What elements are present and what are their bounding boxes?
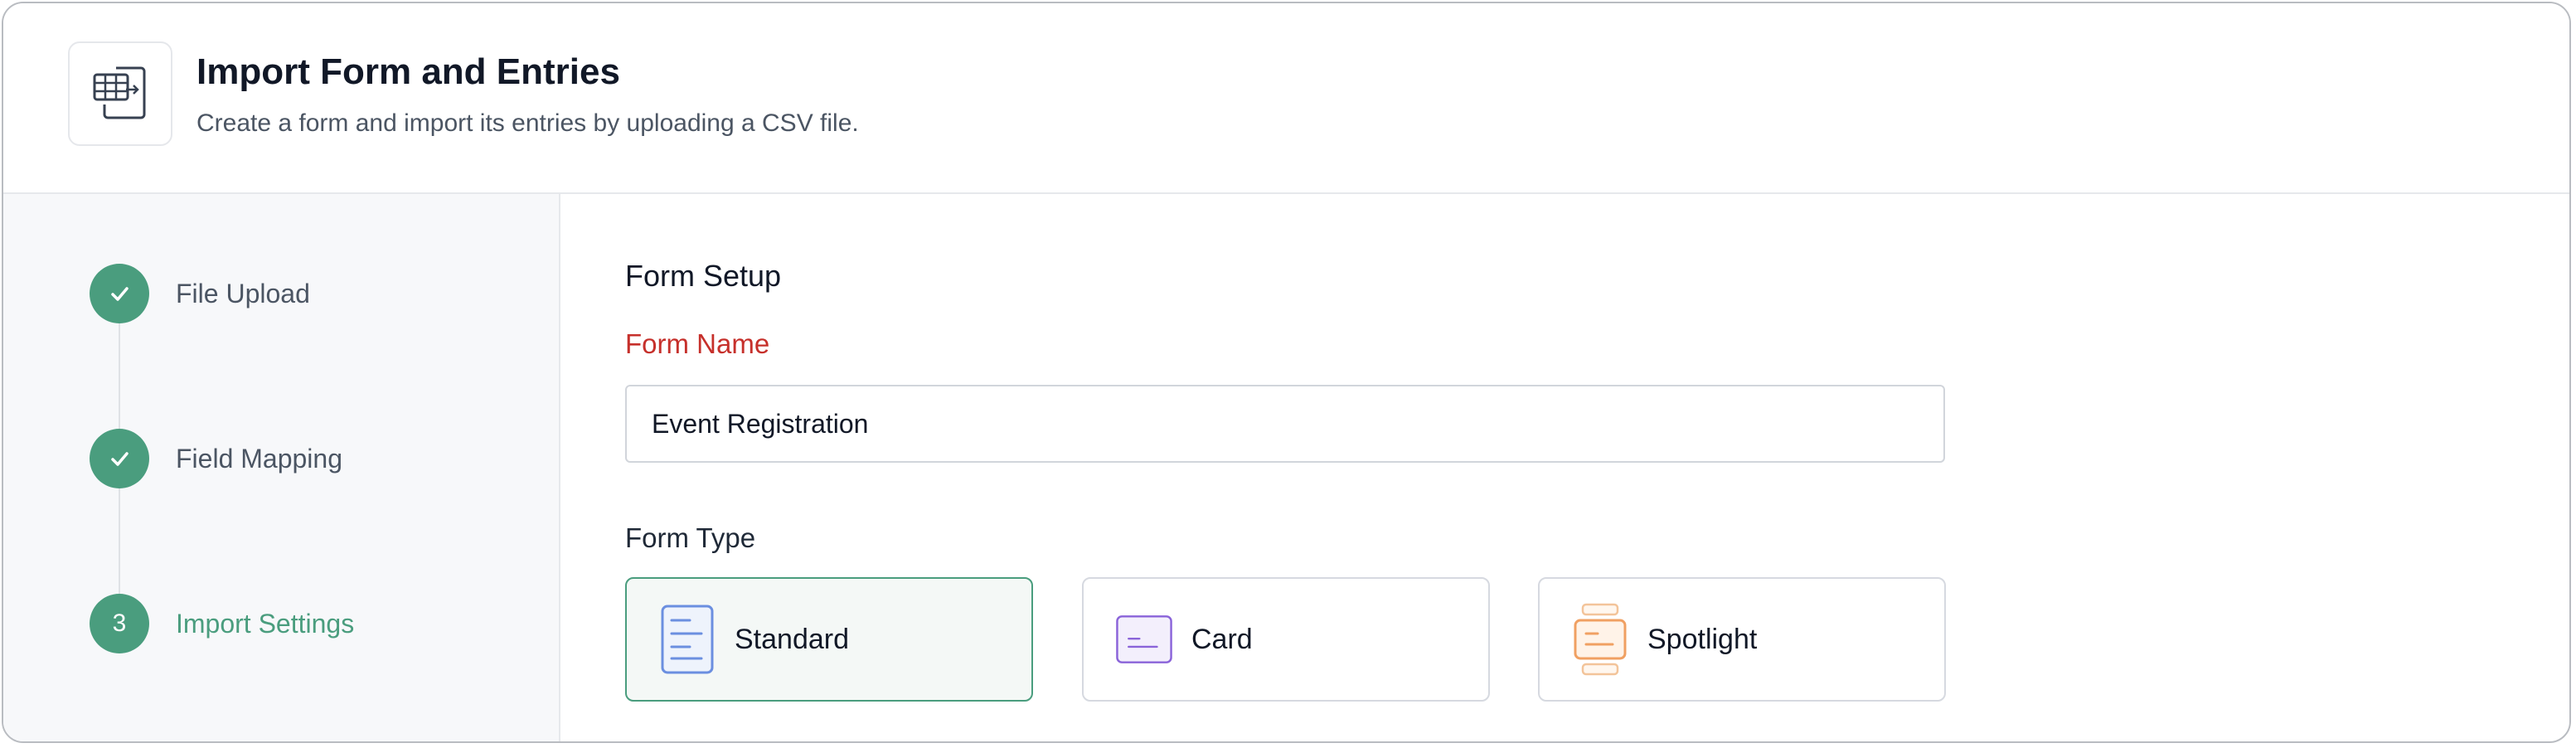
step-field-mapping[interactable]: Field Mapping: [90, 429, 342, 488]
step-import-settings[interactable]: 3 Import Settings: [90, 594, 354, 653]
step-file-upload[interactable]: File Upload: [90, 264, 310, 323]
spotlight-form-icon: [1571, 602, 1629, 677]
dialog-title: Import Form and Entries: [196, 51, 620, 92]
standard-form-icon: [658, 602, 716, 677]
form-type-standard[interactable]: Standard: [625, 577, 1033, 702]
card-form-icon: [1115, 602, 1173, 677]
steps-sidebar: File Upload Field Mapping 3 Import Setti…: [3, 194, 560, 741]
import-dialog: Import Form and Entries Create a form an…: [2, 2, 2571, 743]
form-setup-panel: Form Setup Form Name Form Type Standard: [560, 194, 2569, 741]
section-title: Form Setup: [625, 259, 782, 293]
form-name-label: Form Name: [625, 328, 770, 359]
form-type-card[interactable]: Card: [1082, 577, 1490, 702]
check-icon: [90, 429, 149, 488]
form-name-input[interactable]: [625, 385, 1945, 463]
check-icon: [90, 264, 149, 323]
dialog-subtitle: Create a form and import its entries by …: [196, 109, 859, 137]
step-label: File Upload: [176, 278, 310, 308]
form-type-label: Form Type: [625, 522, 756, 553]
form-type-label: Card: [1191, 623, 1253, 655]
form-type-label: Standard: [735, 623, 849, 655]
step-label: Field Mapping: [176, 443, 342, 474]
form-type-spotlight[interactable]: Spotlight: [1538, 577, 1946, 702]
step-label: Import Settings: [176, 608, 355, 639]
table-import-icon: [68, 41, 172, 146]
dialog-header: Import Form and Entries Create a form an…: [3, 3, 2569, 194]
form-type-label: Spotlight: [1647, 623, 1758, 655]
step-number: 3: [90, 594, 149, 653]
